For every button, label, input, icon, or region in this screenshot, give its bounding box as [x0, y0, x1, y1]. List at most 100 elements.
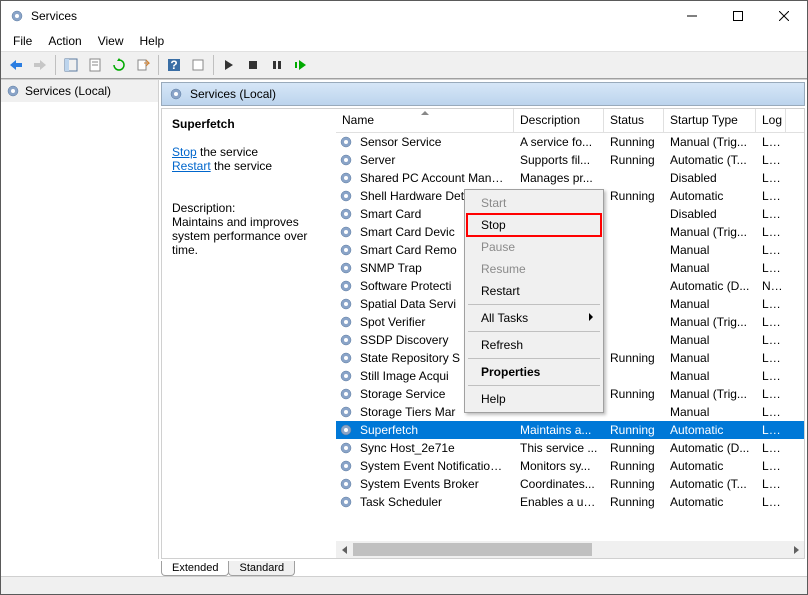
cell-log: Loc — [756, 351, 786, 365]
back-button[interactable] — [5, 54, 27, 76]
cell-startup: Manual (Trig... — [664, 135, 756, 149]
cell-log: Loc — [756, 477, 786, 491]
scroll-right-button[interactable] — [787, 541, 804, 558]
cell-startup: Automatic — [664, 423, 756, 437]
service-row[interactable]: Task SchedulerEnables a us...RunningAuto… — [336, 493, 804, 511]
cell-description: Enables a us... — [514, 495, 604, 509]
ctx-restart[interactable]: Restart — [467, 280, 601, 302]
cell-log: Loc — [756, 405, 786, 419]
service-row[interactable]: Sync Host_2e71eThis service ...RunningAu… — [336, 439, 804, 457]
column-description[interactable]: Description — [514, 109, 604, 132]
column-startup-type[interactable]: Startup Type — [664, 109, 756, 132]
cell-status: Running — [604, 495, 664, 509]
cell-startup: Automatic — [664, 189, 756, 203]
cell-log: Loc — [756, 441, 786, 455]
cell-startup: Automatic — [664, 495, 756, 509]
cell-name: Superfetch — [354, 423, 514, 437]
menu-help[interactable]: Help — [132, 32, 173, 50]
gear-icon — [168, 86, 184, 102]
show-hide-tree-button[interactable] — [60, 54, 82, 76]
detail-pane: Superfetch Stop the service Restart the … — [162, 109, 336, 558]
maximize-button[interactable] — [715, 1, 761, 31]
refresh-button[interactable] — [108, 54, 130, 76]
forward-button[interactable] — [29, 54, 51, 76]
cell-description: A service fo... — [514, 135, 604, 149]
menu-action[interactable]: Action — [40, 32, 89, 50]
column-name[interactable]: Name — [336, 109, 514, 132]
tab-standard[interactable]: Standard — [228, 561, 295, 576]
ctx-stop[interactable]: Stop — [467, 214, 601, 236]
cell-name: System Event Notification S... — [354, 459, 514, 473]
ctx-pause: Pause — [467, 236, 601, 258]
properties-button[interactable] — [84, 54, 106, 76]
service-row[interactable]: Sensor ServiceA service fo...RunningManu… — [336, 133, 804, 151]
tree-node-services-local[interactable]: Services (Local) — [1, 80, 158, 102]
service-row[interactable]: SuperfetchMaintains a...RunningAutomatic… — [336, 421, 804, 439]
menu-file[interactable]: File — [5, 32, 40, 50]
horizontal-scrollbar[interactable] — [336, 541, 804, 558]
pause-service-button[interactable] — [266, 54, 288, 76]
cell-name: Server — [354, 153, 514, 167]
cell-startup: Manual — [664, 297, 756, 311]
title-bar: Services — [1, 1, 807, 31]
cell-startup: Automatic (T... — [664, 153, 756, 167]
restart-service-link[interactable]: Restart — [172, 159, 211, 173]
cell-status: Running — [604, 441, 664, 455]
cell-status: Running — [604, 153, 664, 167]
tab-extended[interactable]: Extended — [161, 561, 229, 576]
window-title: Services — [31, 9, 669, 23]
cell-startup: Manual (Trig... — [664, 315, 756, 329]
cell-startup: Manual — [664, 261, 756, 275]
export-button[interactable] — [132, 54, 154, 76]
service-row[interactable]: Shared PC Account ManagerManages pr...Di… — [336, 169, 804, 187]
tree-node-label: Services (Local) — [25, 84, 111, 98]
service-row[interactable]: System Events BrokerCoordinates...Runnin… — [336, 475, 804, 493]
service-row[interactable]: ServerSupports fil...RunningAutomatic (T… — [336, 151, 804, 169]
cell-description: This service ... — [514, 441, 604, 455]
menu-view[interactable]: View — [90, 32, 132, 50]
cell-status: Running — [604, 387, 664, 401]
start-service-button[interactable] — [218, 54, 240, 76]
help-button[interactable]: ? — [163, 54, 185, 76]
cell-log: Loc — [756, 459, 786, 473]
ctx-all-tasks[interactable]: All Tasks — [467, 307, 601, 329]
service-row[interactable]: System Event Notification S...Monitors s… — [336, 457, 804, 475]
cell-log: Loc — [756, 315, 786, 329]
cell-startup: Manual — [664, 369, 756, 383]
minimize-button[interactable] — [669, 1, 715, 31]
cell-log: Loc — [756, 261, 786, 275]
cell-log: Loc — [756, 495, 786, 509]
ctx-properties[interactable]: Properties — [467, 361, 601, 383]
cell-startup: Disabled — [664, 207, 756, 221]
close-button[interactable] — [761, 1, 807, 31]
description-text: Maintains and improves system performanc… — [172, 215, 326, 257]
cell-log: Loc — [756, 189, 786, 203]
cell-log: Loc — [756, 297, 786, 311]
cell-log: Loc — [756, 243, 786, 257]
ctx-help[interactable]: Help — [467, 388, 601, 410]
services-list[interactable]: Name Description Status Startup Type Log… — [336, 109, 804, 558]
scroll-thumb[interactable] — [353, 543, 592, 556]
column-log-on-as[interactable]: Log — [756, 109, 786, 132]
cell-log: Loc — [756, 135, 786, 149]
ctx-refresh[interactable]: Refresh — [467, 334, 601, 356]
stop-service-link[interactable]: Stop — [172, 145, 197, 159]
cell-name: Task Scheduler — [354, 495, 514, 509]
services-app-icon — [9, 8, 25, 24]
menu-bar: File Action View Help — [1, 31, 807, 51]
pane-header: Services (Local) — [161, 82, 805, 106]
restart-service-button[interactable] — [290, 54, 312, 76]
cell-description: Monitors sy... — [514, 459, 604, 473]
scroll-left-button[interactable] — [336, 541, 353, 558]
cell-description: Coordinates... — [514, 477, 604, 491]
cell-status: Running — [604, 135, 664, 149]
description-label: Description: — [172, 201, 326, 215]
cell-startup: Manual — [664, 243, 756, 257]
cell-startup: Manual (Trig... — [664, 225, 756, 239]
cell-startup: Manual (Trig... — [664, 387, 756, 401]
gear-icon — [5, 83, 21, 99]
toolbar-button[interactable] — [187, 54, 209, 76]
stop-service-button[interactable] — [242, 54, 264, 76]
column-status[interactable]: Status — [604, 109, 664, 132]
console-tree[interactable]: Services (Local) — [1, 80, 159, 559]
